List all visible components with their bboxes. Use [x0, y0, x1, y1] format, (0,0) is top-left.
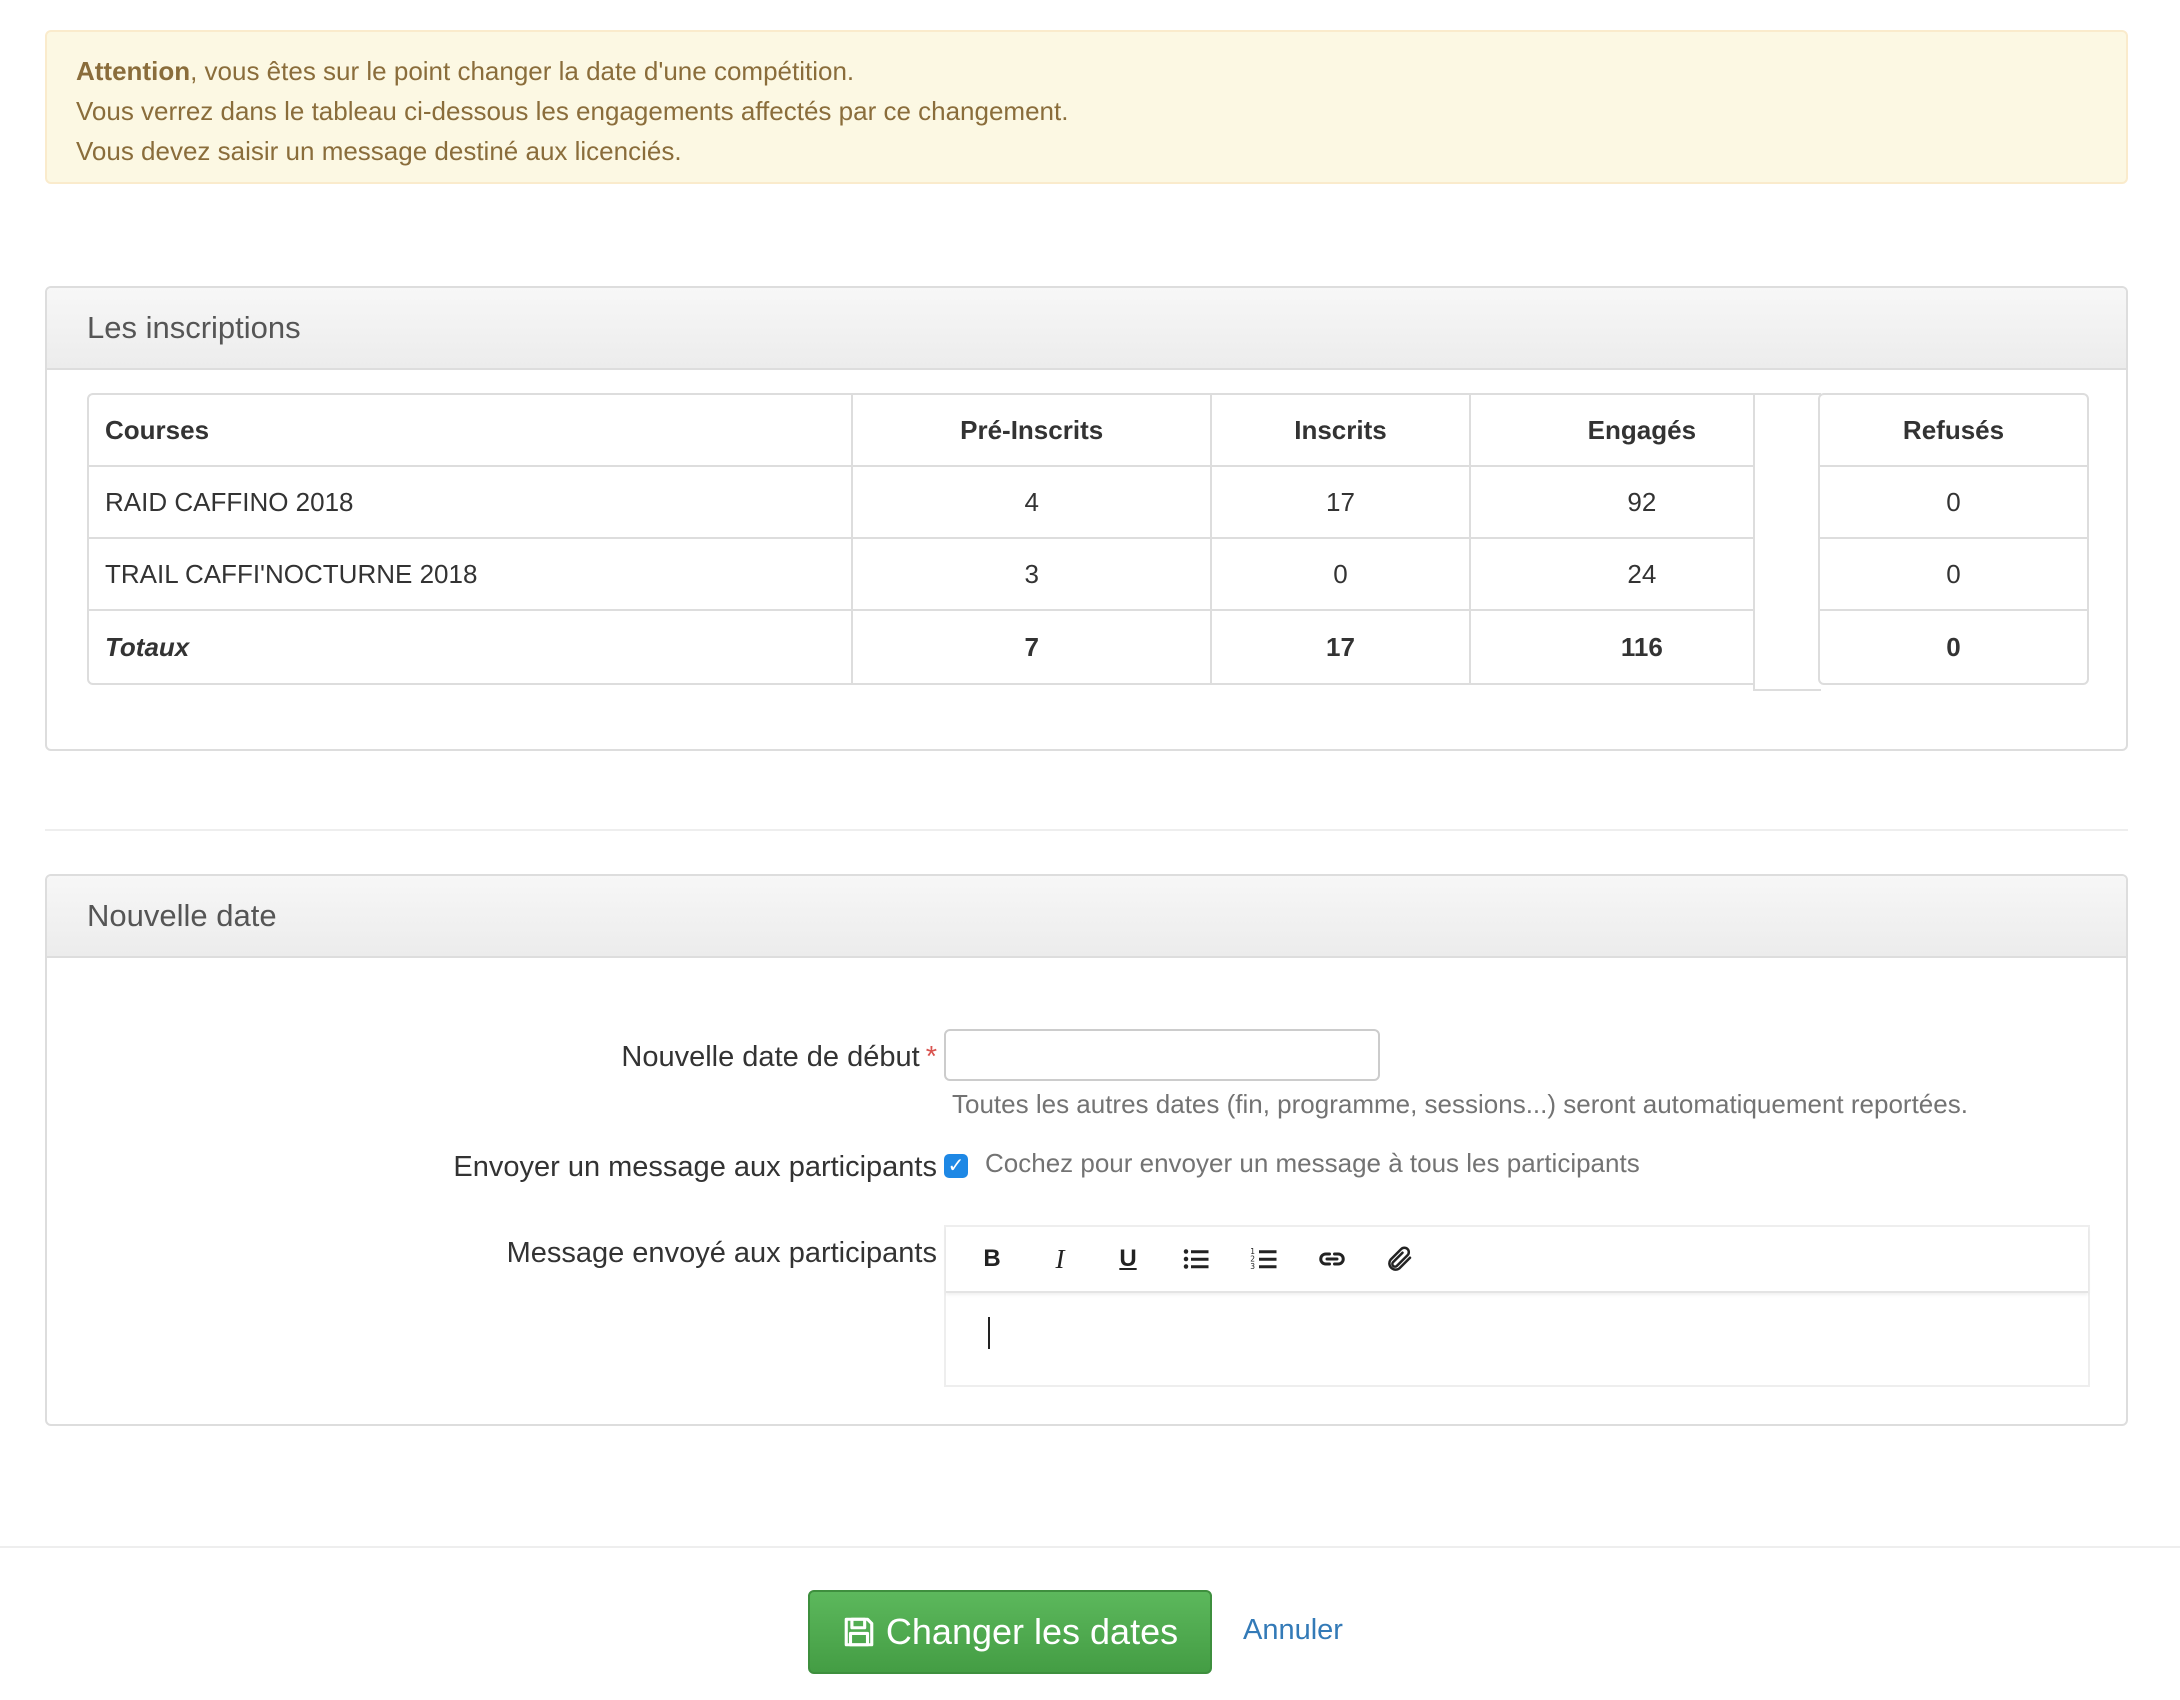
bold-button[interactable]: B: [958, 1237, 1026, 1281]
refuses-table: Refusés 0 0 0: [1818, 393, 2089, 685]
alert-line-1: Attention, vous êtes sur le point change…: [76, 51, 2097, 91]
link-icon: [1319, 1252, 1345, 1266]
row-inscrits: 17: [1212, 467, 1471, 539]
total-inscrits: 17: [1212, 611, 1471, 683]
editor-toolbar: B I U 123: [946, 1227, 2088, 1293]
row-pre: 4: [853, 467, 1213, 539]
italic-button[interactable]: I: [1026, 1237, 1094, 1281]
inscriptions-panel-title: Les inscriptions: [47, 288, 2126, 370]
start-date-label: Nouvelle date de début *: [117, 1041, 937, 1074]
paperclip-icon: [1388, 1246, 1412, 1271]
send-message-checkbox[interactable]: ✓: [944, 1154, 968, 1178]
footer-divider: [0, 1546, 2180, 1548]
start-date-help: Toutes les autres dates (fin, programme,…: [952, 1089, 1968, 1119]
row-pre: 3: [853, 539, 1213, 611]
alert-line-3: Vous devez saisir un message destiné aux…: [76, 136, 682, 166]
row-refuses: 0: [1820, 539, 2087, 611]
required-marker: *: [925, 1041, 937, 1073]
start-date-label-text: Nouvelle date de début: [621, 1041, 920, 1073]
underline-button[interactable]: U: [1094, 1237, 1162, 1281]
row-course: TRAIL CAFFI'NOCTURNE 2018: [89, 539, 854, 611]
save-icon: [844, 1617, 874, 1647]
alert-line-1-text: , vous êtes sur le point changer la date…: [190, 56, 855, 86]
numbered-list-button[interactable]: 123: [1230, 1237, 1298, 1281]
numbered-list-icon: 123: [1250, 1247, 1277, 1271]
alert-strong: Attention: [76, 56, 191, 86]
send-message-checkbox-label[interactable]: Cochez pour envoyer un message à tous le…: [985, 1148, 1640, 1179]
message-label: Message envoyé aux participants: [506, 1237, 937, 1269]
row-course: RAID CAFFINO 2018: [89, 467, 854, 539]
header-courses: Courses: [89, 395, 854, 467]
bullet-list-icon: [1183, 1249, 1209, 1269]
divider: [45, 829, 2128, 831]
table-row: RAID CAFFINO 2018 4 17 92: [89, 467, 1813, 539]
text-caret: [988, 1317, 990, 1349]
alert-line-2: Vous verrez dans le tableau ci-dessous l…: [76, 96, 1069, 126]
warning-alert: Attention, vous êtes sur le point change…: [45, 30, 2128, 184]
header-pre-inscrits: Pré-Inscrits: [853, 395, 1213, 467]
nouvelle-date-panel-title: Nouvelle date: [47, 876, 2126, 958]
send-message-label: Envoyer un message aux participants: [453, 1151, 937, 1183]
svg-text:3: 3: [1250, 1262, 1255, 1271]
total-refuses: 0: [1946, 631, 1961, 662]
table-row: TRAIL CAFFI'NOCTURNE 2018 3 0 24: [89, 539, 1813, 611]
table-header-row: Courses Pré-Inscrits Inscrits Engagés: [89, 395, 1813, 467]
table-row: 0: [1820, 467, 2087, 539]
row-inscrits: 0: [1212, 539, 1471, 611]
table-row: 0: [1820, 539, 2087, 611]
header-inscrits: Inscrits: [1212, 395, 1471, 467]
change-dates-button[interactable]: Changer les dates: [808, 1590, 1212, 1674]
table-total-row: Totaux 7 17 116: [89, 611, 1813, 683]
inscriptions-table: Courses Pré-Inscrits Inscrits Engagés RA…: [87, 393, 1815, 685]
inscriptions-panel: Les inscriptions Courses Pré-Inscrits In…: [45, 286, 2128, 751]
cancel-link[interactable]: Annuler: [1243, 1614, 1343, 1647]
message-editor-body[interactable]: [946, 1293, 2088, 1387]
table-total-row: 0: [1820, 611, 2087, 683]
bullet-list-button[interactable]: [1162, 1237, 1230, 1281]
nouvelle-date-panel: Nouvelle date Nouvelle date de début * To…: [45, 874, 2128, 1426]
total-label: Totaux: [89, 611, 854, 683]
attachment-button[interactable]: [1366, 1237, 1434, 1281]
message-editor: B I U 123: [944, 1225, 2090, 1387]
table-header-row: Refusés: [1820, 395, 2087, 467]
change-dates-label: Changer les dates: [885, 1611, 1179, 1652]
row-refuses: 0: [1820, 467, 2087, 539]
header-refuses: Refusés: [1820, 395, 2087, 467]
total-pre: 7: [853, 611, 1213, 683]
table-spacer-column: [1753, 393, 1821, 691]
link-button[interactable]: [1298, 1237, 1366, 1281]
start-date-input[interactable]: [944, 1029, 1380, 1081]
